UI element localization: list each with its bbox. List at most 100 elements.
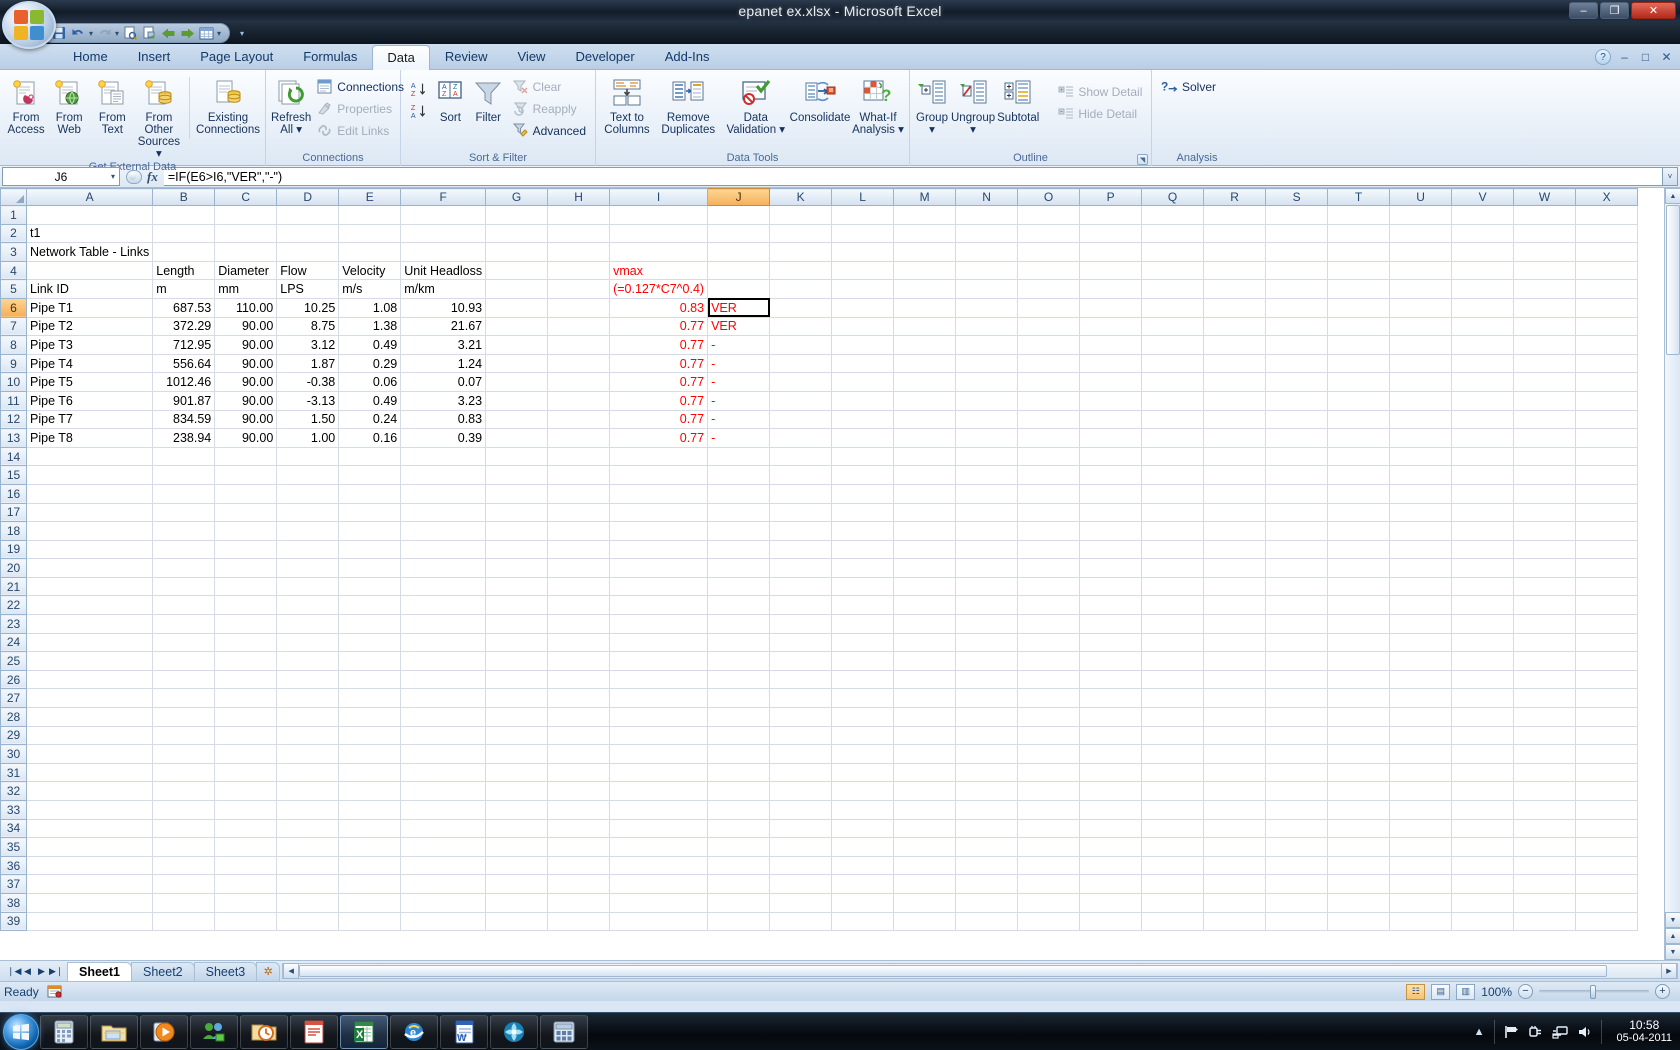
cell-C8[interactable]: 90.00 (214, 335, 278, 355)
cell-U38[interactable] (1389, 893, 1453, 913)
cell-U23[interactable] (1389, 614, 1453, 634)
cell-O33[interactable] (1017, 800, 1081, 820)
cell-Q10[interactable] (1141, 372, 1205, 392)
cell-U2[interactable] (1389, 224, 1453, 244)
cell-B37[interactable] (152, 874, 216, 894)
cell-O11[interactable] (1017, 391, 1081, 411)
cell-V28[interactable] (1451, 707, 1515, 727)
cell-X37[interactable] (1575, 874, 1639, 894)
cell-D25[interactable] (276, 651, 340, 671)
cell-B29[interactable] (152, 726, 216, 746)
cell-U6[interactable] (1389, 298, 1453, 318)
cell-X2[interactable] (1575, 224, 1639, 244)
cell-B6[interactable]: 687.53 (152, 298, 216, 318)
cell-Q1[interactable] (1141, 205, 1205, 225)
cell-V10[interactable] (1451, 372, 1515, 392)
cell-O1[interactable] (1017, 205, 1081, 225)
cell-A1[interactable] (26, 205, 154, 225)
cell-I7[interactable]: 0.77 (609, 317, 709, 337)
cell-X12[interactable] (1575, 410, 1639, 430)
cell-E16[interactable] (338, 484, 402, 504)
cell-R14[interactable] (1203, 447, 1267, 467)
cell-G17[interactable] (485, 503, 549, 523)
cell-S25[interactable] (1265, 651, 1329, 671)
cell-F1[interactable] (400, 205, 487, 225)
cell-J20[interactable] (707, 558, 771, 578)
cell-M17[interactable] (893, 503, 957, 523)
cell-P18[interactable] (1079, 521, 1143, 541)
cell-V9[interactable] (1451, 354, 1515, 374)
row-header-6[interactable]: 6 (0, 297, 27, 318)
cell-B13[interactable]: 238.94 (152, 428, 216, 448)
cell-V11[interactable] (1451, 391, 1515, 411)
cell-A19[interactable] (26, 540, 154, 560)
column-header-w[interactable]: W (1513, 188, 1577, 206)
cell-V21[interactable] (1451, 577, 1515, 597)
cell-Q38[interactable] (1141, 893, 1205, 913)
cell-J31[interactable] (707, 763, 771, 783)
cell-C20[interactable] (214, 558, 278, 578)
cell-T20[interactable] (1327, 558, 1391, 578)
row-header-28[interactable]: 28 (0, 707, 27, 727)
cell-N10[interactable] (955, 372, 1019, 392)
cell-E38[interactable] (338, 893, 402, 913)
cell-W31[interactable] (1513, 763, 1577, 783)
cell-M2[interactable] (893, 224, 957, 244)
cell-J28[interactable] (707, 707, 771, 727)
cell-A11[interactable]: Pipe T6 (26, 391, 154, 411)
cell-U20[interactable] (1389, 558, 1453, 578)
cell-T32[interactable] (1327, 781, 1391, 801)
cell-T34[interactable] (1327, 819, 1391, 839)
cell-P4[interactable] (1079, 261, 1143, 281)
row-header-10[interactable]: 10 (0, 372, 27, 392)
internet-explorer-taskbar-item[interactable]: e (390, 1014, 438, 1049)
close-workbook-icon[interactable]: ✕ (1659, 50, 1674, 65)
cell-M39[interactable] (893, 912, 957, 932)
cell-D26[interactable] (276, 670, 340, 690)
cell-E36[interactable] (338, 856, 402, 876)
cell-V20[interactable] (1451, 558, 1515, 578)
cell-U39[interactable] (1389, 912, 1453, 932)
cell-G27[interactable] (485, 688, 549, 709)
cell-P2[interactable] (1079, 224, 1143, 244)
cell-P38[interactable] (1079, 893, 1143, 913)
cell-P20[interactable] (1079, 558, 1143, 578)
cell-K13[interactable] (769, 428, 833, 448)
cell-L20[interactable] (831, 558, 895, 578)
row-header-13[interactable]: 13 (0, 428, 27, 448)
row-header-16[interactable]: 16 (0, 483, 27, 504)
cell-P13[interactable] (1079, 428, 1143, 448)
row-header-17[interactable]: 17 (0, 502, 27, 523)
cell-L18[interactable] (831, 521, 895, 541)
cell-M21[interactable] (893, 577, 957, 597)
scroll-down-button[interactable]: ▼ (1665, 912, 1680, 928)
cell-N17[interactable] (955, 503, 1019, 523)
cell-S16[interactable] (1265, 484, 1329, 504)
cell-V15[interactable] (1451, 465, 1515, 485)
row-header-3[interactable]: 3 (0, 242, 27, 262)
cell-U25[interactable] (1389, 651, 1453, 671)
cell-N24[interactable] (955, 633, 1019, 653)
cell-R33[interactable] (1203, 800, 1267, 820)
cell-S14[interactable] (1265, 447, 1329, 467)
cell-N21[interactable] (955, 577, 1019, 597)
row-header-18[interactable]: 18 (0, 521, 27, 541)
cell-F4[interactable]: Unit Headloss (400, 261, 487, 281)
cell-C5[interactable]: mm (214, 279, 278, 299)
cell-E31[interactable] (338, 763, 402, 783)
cell-P19[interactable] (1079, 540, 1143, 560)
cell-O29[interactable] (1017, 726, 1081, 746)
cell-A37[interactable] (26, 874, 154, 894)
cell-O24[interactable] (1017, 633, 1081, 653)
cell-B33[interactable] (152, 800, 216, 820)
cell-I24[interactable] (609, 633, 709, 653)
cell-I11[interactable]: 0.77 (609, 391, 709, 411)
cell-X18[interactable] (1575, 521, 1639, 541)
cell-A36[interactable] (26, 856, 154, 876)
cell-O32[interactable] (1017, 781, 1081, 801)
cell-H23[interactable] (547, 614, 611, 634)
cell-H24[interactable] (547, 633, 611, 653)
cell-C7[interactable]: 90.00 (214, 317, 278, 337)
cell-H39[interactable] (547, 912, 611, 932)
cell-G37[interactable] (485, 874, 549, 894)
